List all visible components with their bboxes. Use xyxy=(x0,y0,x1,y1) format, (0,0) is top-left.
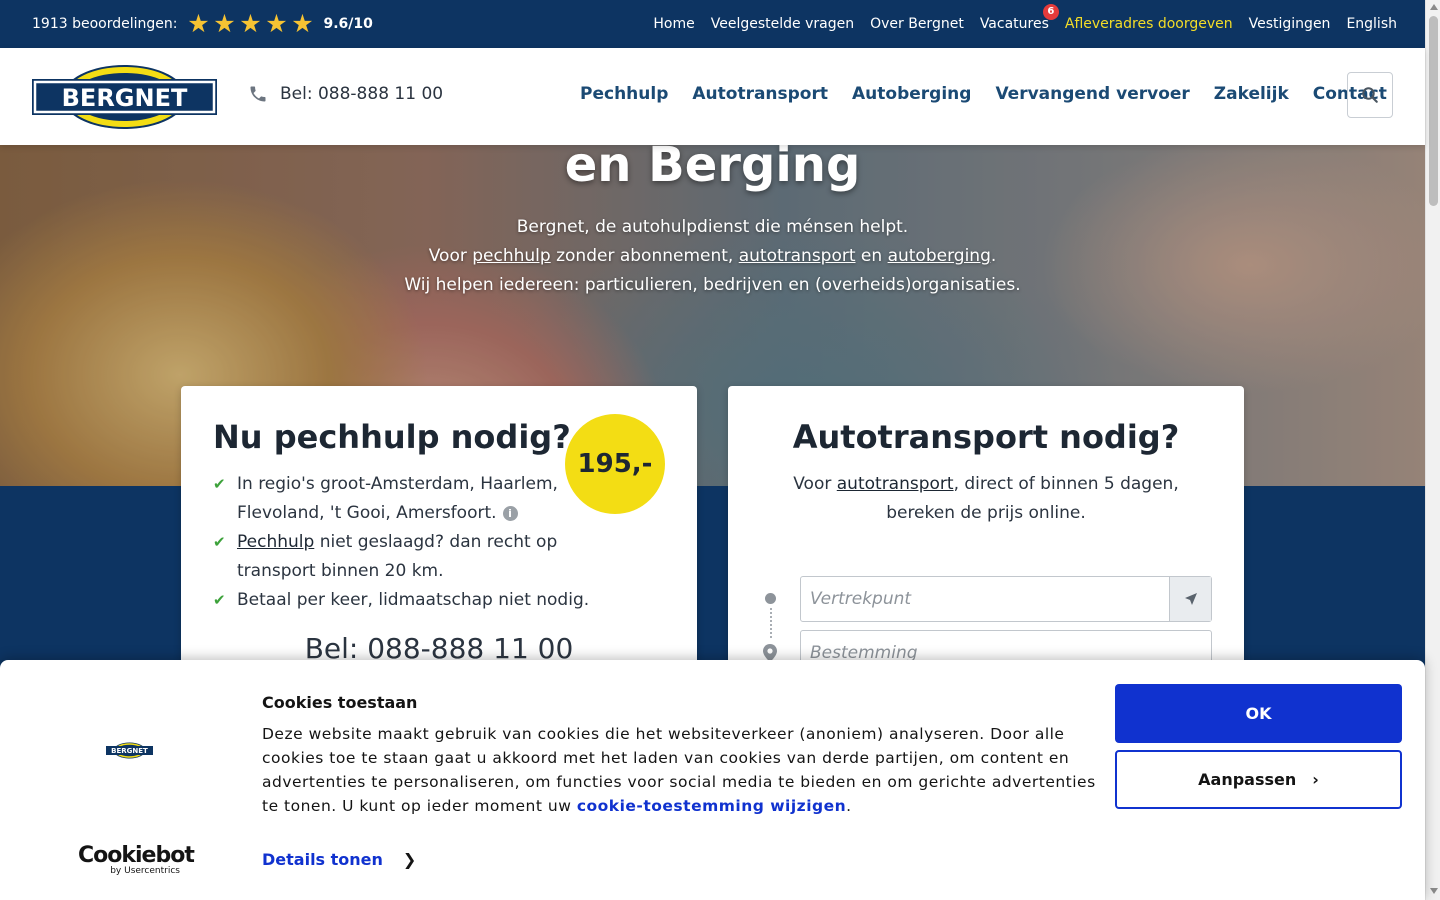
check-icon: ✔ xyxy=(213,533,226,551)
autotransport-card-title: Autotransport nodig? xyxy=(792,418,1180,456)
toplink-english[interactable]: English xyxy=(1346,16,1397,32)
header-phone-text: Bel: 088-888 11 00 xyxy=(280,84,444,104)
cookie-consent-change-link[interactable]: cookie-toestemming wijzigen xyxy=(577,797,846,815)
hero-title: en Berging xyxy=(564,145,861,193)
hero-content: en Berging Bergnet, de autohulpdienst di… xyxy=(0,145,1425,300)
star-icon: ★ xyxy=(213,9,236,38)
autotransport-description: Voor autotransport, direct of binnen 5 d… xyxy=(793,474,1179,523)
route-line xyxy=(770,608,772,638)
svg-text:BERGNET: BERGNET xyxy=(111,747,148,755)
review-rating[interactable]: 1913 beoordelingen: ★ ★ ★ ★ ★ 9.6/10 xyxy=(32,0,373,48)
hero-link-autoberging[interactable]: autoberging xyxy=(888,246,991,266)
nav-autoberging[interactable]: Autoberging xyxy=(852,84,971,104)
hero-link-autotransport[interactable]: autotransport xyxy=(739,246,856,266)
page-scrollbar[interactable] xyxy=(1425,0,1440,900)
details-toggle[interactable]: Details tonen ❯ xyxy=(262,850,416,869)
pechhulp-link[interactable]: Pechhulp xyxy=(237,532,314,552)
hero-description: Bergnet, de autohulpdienst die ménsen he… xyxy=(0,213,1425,300)
cookie-title: Cookies toestaan xyxy=(262,693,418,712)
cookiebot-logo: Cookiebot by Usercentrics xyxy=(78,843,195,877)
details-label: Details tonen xyxy=(262,850,383,869)
pechhulp-card-title: Nu pechhulp nodig? xyxy=(213,418,571,456)
reviews-count: 1913 beoordelingen: xyxy=(32,16,178,32)
pechhulp-checklist: ✔ In regio's groot-Amsterdam, Haarlem, Fl… xyxy=(213,470,633,615)
autotransport-link[interactable]: autotransport xyxy=(837,474,954,494)
toplink-faq[interactable]: Veelgestelde vragen xyxy=(711,16,854,32)
chevron-right-icon: ❯ xyxy=(402,850,417,869)
hero-line-1: Bergnet, de autohulpdienst die ménsen he… xyxy=(516,217,909,237)
rating-stars: ★ ★ ★ ★ ★ xyxy=(185,11,315,37)
scroll-thumb[interactable] xyxy=(1429,16,1438,206)
nav-zakelijk[interactable]: Zakelijk xyxy=(1214,84,1289,104)
list-item: ✔ In regio's groot-Amsterdam, Haarlem, Fl… xyxy=(213,470,633,528)
list-item: ✔ Betaal per keer, lidmaatschap niet nodi… xyxy=(213,586,633,615)
toplink-about[interactable]: Over Bergnet xyxy=(870,16,964,32)
chevron-right-icon: › xyxy=(1312,770,1319,789)
pechhulp-card: Nu pechhulp nodig? 195,- ✔ In regio's gro… xyxy=(181,386,697,686)
main-nav: Pechhulp Autotransport Autoberging Verva… xyxy=(580,84,1411,104)
star-icon: ★ xyxy=(187,9,210,38)
nav-pechhulp[interactable]: Pechhulp xyxy=(580,84,668,104)
info-icon[interactable]: i xyxy=(502,506,518,521)
bergnet-logo[interactable]: BERGNET xyxy=(32,64,217,130)
nav-autotransport[interactable]: Autotransport xyxy=(692,84,828,104)
svg-text:BERGNET: BERGNET xyxy=(62,84,188,112)
origin-input[interactable]: Vertrekpunt xyxy=(800,576,1212,622)
star-icon: ★ xyxy=(239,9,262,38)
customize-label: Aanpassen xyxy=(1198,770,1297,789)
nav-vervangend-vervoer[interactable]: Vervangend vervoer xyxy=(995,84,1189,104)
cookie-bergnet-logo: BERGNET xyxy=(106,742,153,759)
header-phone[interactable]: Bel: 088-888 11 00 xyxy=(248,84,443,104)
customize-button[interactable]: Aanpassen › xyxy=(1115,750,1402,809)
toplink-delivery-address[interactable]: Afleveradres doorgeven xyxy=(1065,16,1233,32)
origin-placeholder: Vertrekpunt xyxy=(810,589,912,609)
toplink-locations[interactable]: Vestigingen xyxy=(1249,16,1331,32)
hero-line-2: Voor pechhulp zonder abonnement, autotra… xyxy=(428,246,997,266)
ok-button[interactable]: OK xyxy=(1115,684,1402,743)
toplink-home[interactable]: Home xyxy=(653,16,694,32)
main-header: BERGNET Bel: 088-888 11 00 Pechhulp Auto… xyxy=(0,48,1425,145)
check-icon: ✔ xyxy=(213,475,226,493)
vacancies-count-badge: 6 xyxy=(1042,4,1059,20)
search-button[interactable] xyxy=(1347,72,1393,118)
hero-link-pechhulp[interactable]: pechhulp xyxy=(472,246,550,266)
cookie-text: Deze website maakt gebruik van cookies d… xyxy=(262,725,1096,815)
check-icon: ✔ xyxy=(213,591,226,609)
rating-score: 9.6/10 xyxy=(323,16,373,32)
top-links: Home Veelgestelde vragen Over Bergnet Va… xyxy=(637,0,1397,48)
hero-line-3: Wij helpen iedereen: particulieren, bedr… xyxy=(404,275,1021,295)
top-bar: 1913 beoordelingen: ★ ★ ★ ★ ★ 9.6/10 Hom… xyxy=(0,0,1425,48)
location-arrow-icon xyxy=(1184,593,1197,605)
origin-dot-icon xyxy=(765,593,776,604)
toplink-vacancies-label: Vacatures xyxy=(979,16,1049,32)
search-icon xyxy=(1362,87,1378,103)
list-item: ✔ Pechhulp niet geslaagd? dan recht op tr… xyxy=(213,528,633,586)
phone-icon xyxy=(250,86,266,102)
scroll-down-arrow-icon[interactable] xyxy=(1430,888,1438,894)
autotransport-card: Autotransport nodig? Voor autotransport,… xyxy=(728,386,1244,686)
star-icon: ★ xyxy=(291,9,314,38)
star-icon: ★ xyxy=(265,9,288,38)
scroll-up-arrow-icon[interactable] xyxy=(1430,4,1438,10)
toplink-vacancies[interactable]: Vacatures 6 xyxy=(979,4,1059,32)
locate-button[interactable] xyxy=(1169,577,1211,621)
cookie-banner: BERGNET Cookiebot by Usercentrics Cookie… xyxy=(0,660,1425,900)
